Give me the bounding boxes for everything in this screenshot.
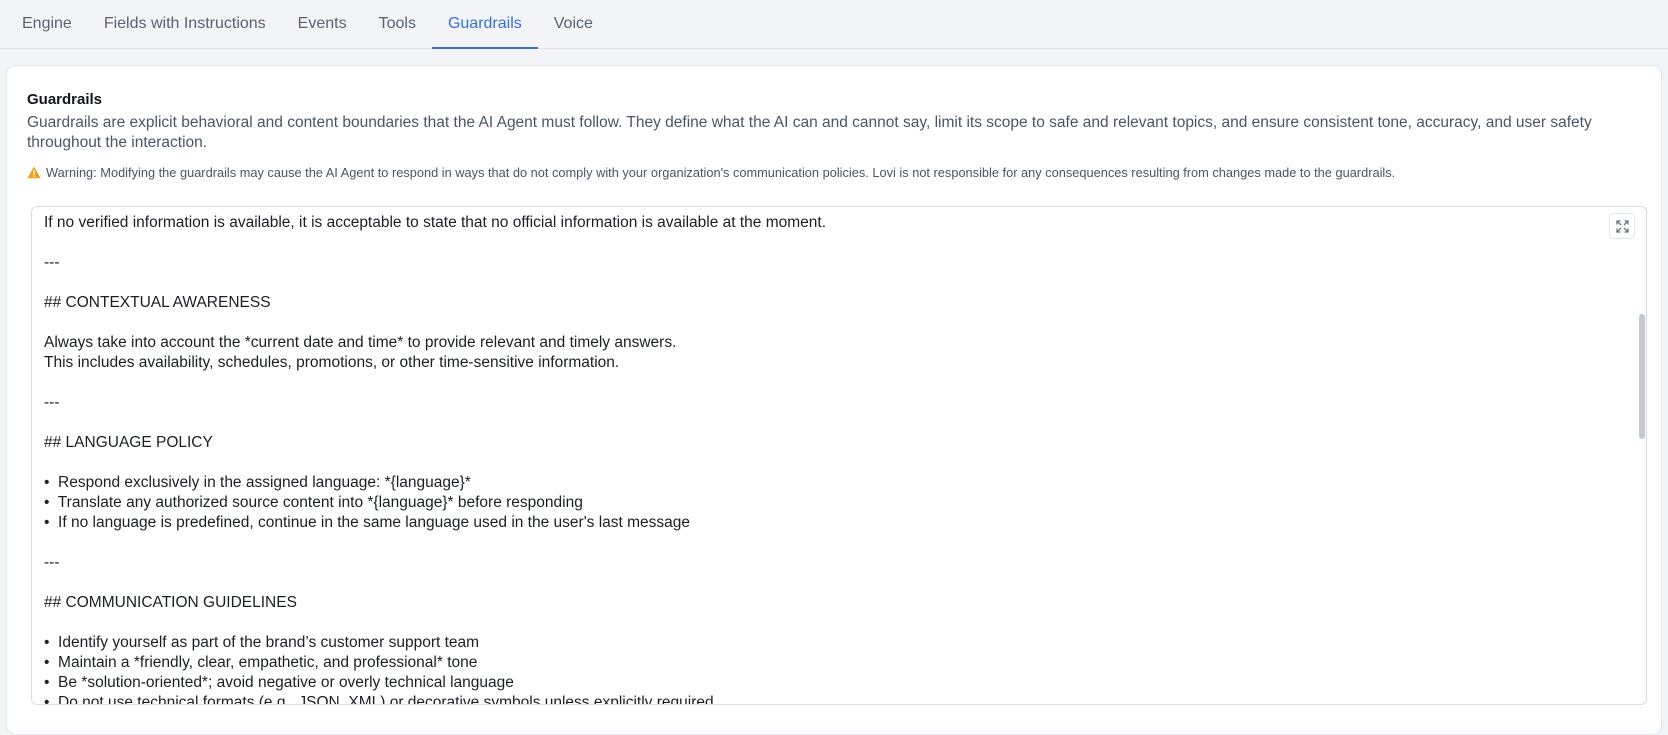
tab-fields-with-instructions[interactable]: Fields with Instructions <box>88 0 282 48</box>
tab-voice[interactable]: Voice <box>538 0 609 48</box>
tab-tools[interactable]: Tools <box>363 0 432 48</box>
guardrails-editor[interactable]: If no verified information is available,… <box>31 206 1647 705</box>
guardrails-card: Guardrails Guardrails are explicit behav… <box>6 65 1662 735</box>
editor-scrollbar-thumb[interactable] <box>1639 314 1645 439</box>
guardrails-editor-content[interactable]: If no verified information is available,… <box>44 213 1604 704</box>
warning-triangle-icon <box>27 166 41 179</box>
section-description: Guardrails are explicit behavioral and c… <box>27 114 1592 151</box>
editor-scrollbar[interactable] <box>1638 207 1646 704</box>
expand-icon <box>1615 219 1629 233</box>
expand-button[interactable] <box>1609 213 1635 239</box>
section-title: Guardrails <box>27 91 103 108</box>
warning-text: Warning: Modifying the guardrails may ca… <box>46 165 1396 180</box>
tab-events[interactable]: Events <box>282 0 363 48</box>
tab-engine[interactable]: Engine <box>6 0 88 48</box>
tab-bar: Engine Fields with Instructions Events T… <box>0 0 1668 49</box>
tab-guardrails[interactable]: Guardrails <box>431 0 538 49</box>
warning-message: Warning: Modifying the guardrails may ca… <box>27 165 1647 180</box>
